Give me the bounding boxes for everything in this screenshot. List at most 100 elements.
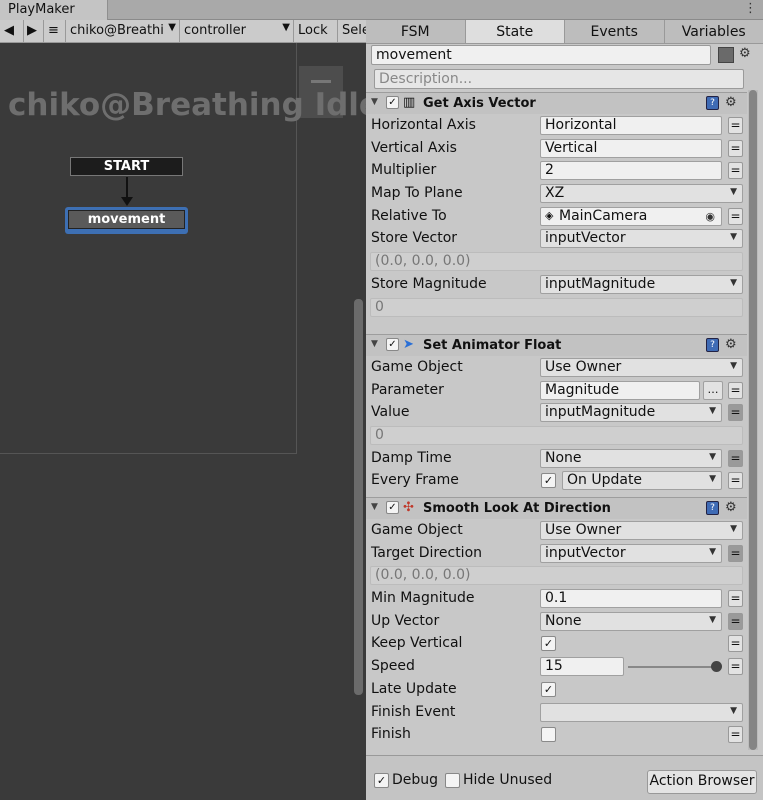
game-object-dropdown[interactable]: Use Owner [540,358,743,377]
state-color-swatch[interactable] [718,47,734,63]
action-enabled-checkbox[interactable]: ✓ [386,96,399,109]
target-direction-readout: (0.0, 0.0, 0.0) [370,566,743,586]
gear-icon[interactable]: ⚙ [725,337,737,352]
lock-button[interactable]: Lock [294,20,338,43]
speed-input[interactable]: 15 [540,657,624,677]
window-title: PlayMaker [8,2,75,17]
damp-time-dropdown[interactable]: None [540,448,722,468]
state-inspector-panel: FSM State Events Variables movement ⚙ De… [366,20,763,800]
action-enabled-checkbox[interactable]: ✓ [386,338,399,351]
variable-toggle-button[interactable]: = [728,612,743,630]
fold-triangle-icon[interactable]: ▼ [371,339,378,349]
parameter-browse-button[interactable]: … [703,380,723,400]
param-row: Store Vector inputVector [366,227,747,250]
multiplier-input[interactable]: 2 [540,161,722,181]
target-direction-dropdown[interactable]: inputVector [540,543,722,563]
inspector-footer: ✓ Debug Hide Unused Action Browser [366,755,763,800]
variable-toggle-button[interactable]: = [728,590,743,608]
gear-icon[interactable]: ⚙ [725,95,737,110]
relative-to-object-field[interactable]: ◈ MainCamera ◉ [540,206,722,226]
tab-variables[interactable]: Variables [664,20,763,43]
fold-triangle-icon[interactable]: ▼ [371,502,378,512]
variable-toggle-button[interactable]: = [728,207,743,225]
action-header[interactable]: ▼ ✓ ✣ Smooth Look At Direction ? ⚙ [366,497,747,519]
min-magnitude-input[interactable]: 0.1 [540,589,722,609]
fold-triangle-icon[interactable]: ▼ [371,97,378,107]
keep-vertical-checkbox[interactable]: ✓ [541,636,556,652]
state-node-movement[interactable]: movement [65,207,188,234]
up-vector-dropdown[interactable]: None [540,611,722,631]
action-header[interactable]: ▼ ✓ ➤ Set Animator Float ? ⚙ [366,334,747,356]
variable-toggle-button[interactable]: = [728,544,743,562]
action-title: Set Animator Float [423,338,562,353]
variable-toggle-button[interactable]: = [728,404,743,422]
canvas-vertical-scrollbar[interactable] [354,299,363,695]
param-label: Target Direction [371,544,483,561]
gear-icon[interactable]: ⚙ [739,46,751,61]
back-arrow-icon[interactable]: ◀ [0,20,24,43]
variable-toggle-button[interactable]: = [728,658,743,676]
debug-checkbox[interactable]: ✓ [374,773,389,788]
action-enabled-checkbox[interactable]: ✓ [386,501,399,514]
fsm-graph-canvas[interactable]: chiko@Breathing Idle START movement [0,43,366,800]
object-picker-icon[interactable]: ◉ [705,210,715,223]
gear-icon[interactable]: ⚙ [725,500,737,515]
select-button[interactable]: Sele [338,20,366,43]
help-book-icon[interactable]: ? [706,96,719,110]
readout-row: (0.0, 0.0, 0.0) [366,250,747,273]
forward-arrow-icon[interactable]: ▶ [24,20,44,43]
inspector-scrollbar-thumb[interactable] [749,90,757,750]
action-header[interactable]: ▼ ✓ ▥ Get Axis Vector ? ⚙ [366,92,747,114]
parameter-input[interactable]: Magnitude [540,380,700,400]
variable-toggle-button[interactable]: = [728,726,743,744]
variable-toggle-button[interactable]: = [728,117,743,134]
late-update-checkbox[interactable]: ✓ [541,681,556,697]
horizontal-axis-input[interactable]: Horizontal [540,116,722,135]
speed-slider-knob[interactable] [711,661,722,673]
state-description-field[interactable]: Description... [374,69,744,89]
vertical-axis-input[interactable]: Vertical [540,138,722,158]
finish-checkbox[interactable] [541,727,556,743]
state-name-field[interactable]: movement [371,45,711,65]
graph-frame-bottom [0,453,296,454]
variable-toggle-button[interactable]: = [728,162,743,180]
every-frame-checkbox[interactable]: ✓ [541,473,556,489]
fsm-selector[interactable]: controller ▼ [180,20,294,43]
variable-toggle-button[interactable]: = [728,635,743,653]
param-row: Finish Event [366,701,747,724]
tab-state[interactable]: State [465,20,565,43]
window-tab[interactable]: PlayMaker [0,0,108,20]
tab-fsm[interactable]: FSM [366,20,466,43]
param-row: Vertical Axis Vertical = [366,137,747,160]
menu-list-icon[interactable]: ≡ [44,20,66,43]
window-menu-icon[interactable]: ⋮ [744,1,757,16]
value-dropdown[interactable]: inputMagnitude [540,403,722,423]
map-to-plane-dropdown[interactable]: XZ [540,184,743,204]
variable-toggle-button[interactable]: = [728,381,743,399]
variable-toggle-button[interactable]: = [728,472,743,490]
store-vector-dropdown[interactable]: inputVector [540,229,743,249]
help-book-icon[interactable]: ? [706,501,719,515]
start-node[interactable]: START [70,157,183,176]
variable-toggle-button[interactable]: = [728,449,743,467]
hide-unused-checkbox[interactable] [445,773,460,788]
param-label: Every Frame [371,472,459,489]
object-selector[interactable]: chiko@Breathi ▼ [66,20,180,43]
param-row: Map To Plane XZ [366,182,747,205]
param-row: Every Frame ✓ On Update = [366,469,747,492]
lock-label: Lock [298,23,328,38]
action-browser-button[interactable]: Action Browser [647,770,757,794]
inspector-scrollbar[interactable] [748,90,758,750]
store-vector-readout: (0.0, 0.0, 0.0) [370,252,743,272]
variable-toggle-button[interactable]: = [728,139,743,157]
relative-to-value: MainCamera [559,207,648,224]
finish-event-dropdown[interactable] [540,702,743,722]
param-label: Multiplier [371,162,437,179]
debug-label: Debug [392,772,439,788]
update-type-dropdown[interactable]: On Update [562,471,722,491]
tab-events[interactable]: Events [565,20,665,43]
help-book-icon[interactable]: ? [706,338,719,352]
game-object-dropdown[interactable]: Use Owner [540,521,743,540]
speed-slider-track[interactable] [628,666,718,669]
store-magnitude-dropdown[interactable]: inputMagnitude [540,274,743,294]
